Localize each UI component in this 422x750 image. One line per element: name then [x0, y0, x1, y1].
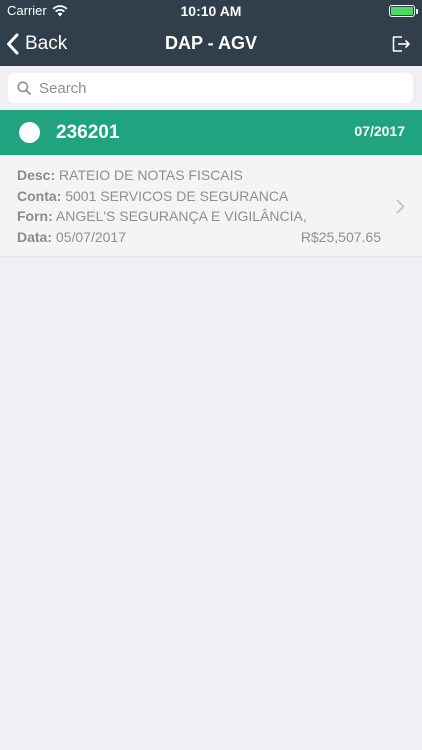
back-label: Back — [25, 33, 68, 54]
navigation-bar: Back DAP - AGV — [0, 22, 422, 66]
group-header[interactable]: 236201 07/2017 — [0, 110, 422, 155]
record-amount: R$25,507.65 — [300, 229, 381, 245]
battery-level — [391, 7, 413, 15]
data-label: Data: — [17, 229, 53, 245]
group-period: 07/2017 — [354, 123, 405, 139]
search-icon — [17, 81, 31, 95]
conta-value: 5001 SERVICOS DE SEGURANCA — [65, 188, 289, 204]
search-box[interactable] — [8, 73, 413, 103]
record-desc: Desc: RATEIO DE NOTAS FISCAIS — [17, 167, 243, 183]
forn-label: Forn: — [17, 208, 53, 224]
forn-value: ANGEL'S SEGURANÇA E VIGILÂNCIA, — [55, 208, 307, 224]
search-bar — [0, 66, 422, 112]
conta-label: Conta: — [17, 188, 62, 204]
top-header: Carrier 10:10 AM Back DAP - AGV — [0, 0, 422, 66]
select-circle-icon[interactable] — [19, 122, 40, 143]
status-bar: Carrier 10:10 AM — [0, 0, 422, 22]
status-time: 10:10 AM — [180, 3, 242, 19]
chevron-left-icon — [7, 33, 19, 55]
battery-icon — [389, 5, 418, 17]
desc-label: Desc: — [17, 167, 56, 183]
record-forn: Forn: ANGEL'S SEGURANÇA E VIGILÂNCIA, — [17, 208, 307, 224]
data-value: 05/07/2017 — [55, 229, 126, 245]
battery-tip — [416, 9, 418, 14]
exit-button[interactable] — [390, 33, 412, 55]
page-title: DAP - AGV — [164, 33, 257, 53]
exit-icon — [392, 36, 410, 52]
record-data: Data: 05/07/2017 — [17, 229, 126, 245]
record-conta: Conta: 5001 SERVICOS DE SEGURANCA — [17, 188, 288, 204]
group-number: 236201 — [56, 122, 120, 143]
search-input[interactable] — [39, 74, 399, 102]
back-button[interactable]: Back — [6, 28, 67, 60]
record-row[interactable]: Desc: RATEIO DE NOTAS FISCAIS Conta: 500… — [0, 155, 422, 257]
chevron-right-icon — [396, 199, 405, 214]
desc-value: RATEIO DE NOTAS FISCAIS — [59, 167, 243, 183]
